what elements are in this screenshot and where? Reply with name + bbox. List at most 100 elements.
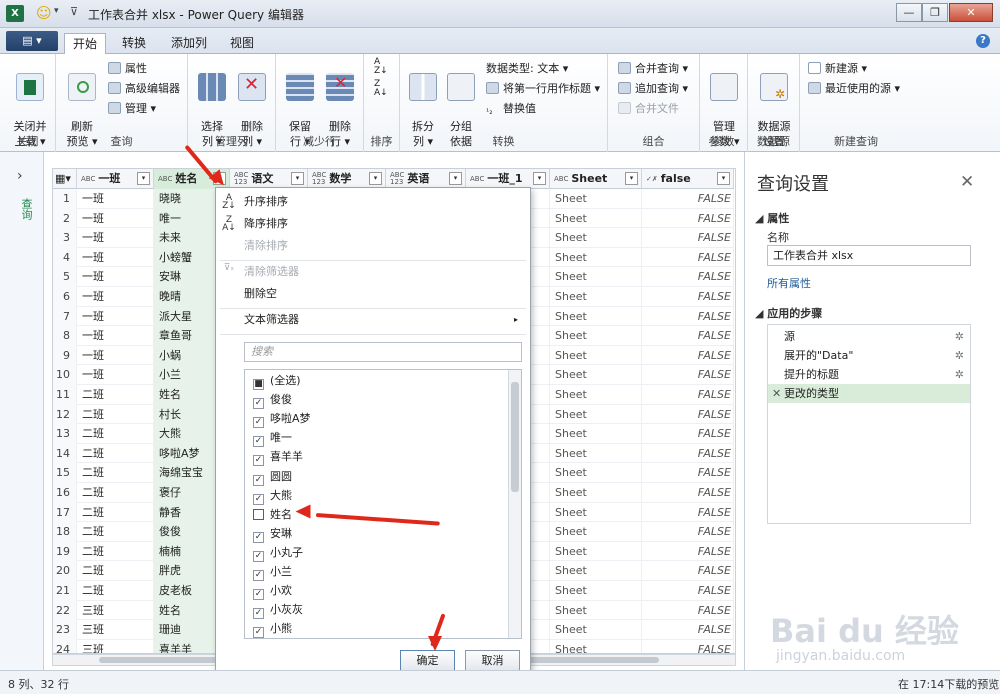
merge-queries-button[interactable]: 合并查询 ▾ xyxy=(618,60,688,78)
table-cell[interactable]: 二班 xyxy=(77,541,154,562)
properties-button[interactable]: 属性 xyxy=(108,60,147,78)
table-cell[interactable]: 二班 xyxy=(77,561,154,581)
list-vertical-scrollbar[interactable] xyxy=(508,370,521,638)
table-cell[interactable]: 7 xyxy=(53,306,77,327)
table-cell[interactable]: FALSE xyxy=(642,228,734,248)
append-queries-button[interactable]: 追加查询 ▾ xyxy=(618,80,688,98)
table-cell[interactable]: 一班 xyxy=(77,247,154,268)
tab-home[interactable]: 开始 xyxy=(64,33,106,54)
table-cell[interactable]: Sheet xyxy=(550,600,642,621)
table-cell[interactable]: 15 xyxy=(53,463,77,483)
table-cell[interactable]: 二班 xyxy=(77,483,154,503)
table-cell[interactable]: 一班 xyxy=(77,326,154,346)
column-filter-dropdown-icon[interactable]: ▾ xyxy=(533,172,546,185)
column-filter-dropdown-icon[interactable]: ▾ xyxy=(137,172,150,185)
column-type-icon[interactable]: ABC 123 xyxy=(390,172,404,186)
checkbox[interactable]: ✓ xyxy=(253,474,264,486)
table-cell[interactable]: 二班 xyxy=(77,404,154,425)
table-cell[interactable]: 2 xyxy=(53,208,77,229)
menu-clear-sort[interactable]: 清除排序 xyxy=(244,236,288,256)
delete-step-icon[interactable]: ✕ xyxy=(772,384,781,403)
filter-value-item[interactable]: ✓小蜗 xyxy=(253,638,292,639)
table-cell[interactable]: 14 xyxy=(53,443,77,464)
table-cell[interactable]: Sheet xyxy=(550,541,642,562)
table-cell[interactable]: 12 xyxy=(53,404,77,425)
table-cell[interactable]: FALSE xyxy=(642,287,734,307)
close-window-button[interactable]: ✕ xyxy=(949,3,993,22)
table-cell[interactable]: Sheet xyxy=(550,522,642,542)
table-cell[interactable]: 16 xyxy=(53,483,77,503)
table-cell[interactable]: Sheet xyxy=(550,483,642,503)
column-header[interactable]: ABC 123 语文 ▾ xyxy=(230,169,308,189)
recent-sources-button[interactable]: 最近使用的源 ▾ xyxy=(808,80,900,98)
filter-value-item[interactable]: ✓ 圆圆 xyxy=(253,467,292,486)
table-cell[interactable]: 一班 xyxy=(77,189,154,209)
table-cell[interactable]: FALSE xyxy=(642,581,734,601)
table-cell[interactable]: 18 xyxy=(53,522,77,542)
filter-search-input[interactable]: 搜索 xyxy=(244,342,522,362)
checkbox[interactable]: ✓ xyxy=(253,436,264,448)
checkbox[interactable]: ✓ xyxy=(253,570,264,581)
table-cell[interactable]: FALSE xyxy=(642,424,734,444)
sort-descending-icon[interactable]: Z A↓ xyxy=(374,80,388,98)
filter-value-item[interactable]: ✓ 大熊 xyxy=(253,486,292,505)
column-header[interactable]: ABC 一班_1 ▾ xyxy=(466,169,550,189)
table-cell[interactable]: Sheet xyxy=(550,189,642,209)
data-type-dropdown[interactable]: 数据类型: 文本 ▾ xyxy=(486,60,568,78)
step-settings-gear-icon[interactable]: ✲ xyxy=(955,346,964,365)
table-cell[interactable]: FALSE xyxy=(642,639,734,653)
filter-value-item[interactable]: ■ (全选) xyxy=(253,371,301,390)
expand-queries-chevron-icon[interactable]: › xyxy=(17,168,23,184)
table-cell[interactable]: 22 xyxy=(53,600,77,621)
checkbox[interactable]: ✓ xyxy=(253,627,264,638)
list-scroll-thumb[interactable] xyxy=(511,382,519,492)
filter-value-item[interactable]: 姓名 xyxy=(253,505,292,524)
table-cell[interactable]: Sheet xyxy=(550,424,642,444)
table-cell[interactable]: Sheet xyxy=(550,326,642,346)
column-type-icon[interactable]: ABC 123 xyxy=(234,172,248,186)
queries-pane-label[interactable]: 查询 xyxy=(20,198,34,220)
table-cell[interactable]: Sheet xyxy=(550,267,642,287)
use-first-row-headers-button[interactable]: 将第一行用作标题 ▾ xyxy=(486,80,600,98)
table-cell[interactable]: FALSE xyxy=(642,247,734,268)
table-cell[interactable]: FALSE xyxy=(642,189,734,209)
close-query-settings-icon[interactable]: ✕ xyxy=(960,172,974,192)
table-cell[interactable]: FALSE xyxy=(642,502,734,523)
quick-access-dropdown-icon[interactable]: ▾ xyxy=(54,6,59,16)
table-cell[interactable]: 1 xyxy=(53,189,77,209)
smiley-feedback-icon[interactable]: ☺ xyxy=(36,4,52,22)
table-cell[interactable]: 一班 xyxy=(77,267,154,287)
column-type-icon[interactable]: ✓✗ xyxy=(646,175,658,183)
checkbox[interactable] xyxy=(253,508,264,520)
checkbox[interactable]: ✓ xyxy=(253,608,264,620)
checkbox[interactable]: ✓ xyxy=(253,550,264,562)
column-filter-dropdown-icon[interactable]: ▾ xyxy=(625,172,638,185)
table-cell[interactable]: 5 xyxy=(53,267,77,287)
table-cell[interactable]: 13 xyxy=(53,424,77,444)
table-cell[interactable]: Sheet xyxy=(550,228,642,248)
table-cell[interactable]: 二班 xyxy=(77,463,154,483)
step-settings-gear-icon[interactable]: ✲ xyxy=(955,327,964,346)
table-cell[interactable]: Sheet xyxy=(550,639,642,653)
table-cell[interactable]: FALSE xyxy=(642,600,734,621)
table-cell[interactable]: 二班 xyxy=(77,443,154,464)
table-cell[interactable]: 二班 xyxy=(77,502,154,523)
filter-value-item[interactable]: ✓ 俊俊 xyxy=(253,390,292,410)
table-cell[interactable]: 4 xyxy=(53,247,77,268)
table-cell[interactable]: Sheet xyxy=(550,620,642,640)
menu-text-filters[interactable]: 文本筛选器 xyxy=(244,310,299,330)
table-cell[interactable]: 一班 xyxy=(77,287,154,307)
table-cell[interactable]: 8 xyxy=(53,326,77,346)
applied-step[interactable]: 展开的"Data" ✲ xyxy=(768,346,970,365)
column-header[interactable]: ABC 123 数学 ▾ xyxy=(308,169,386,189)
table-cell[interactable]: FALSE xyxy=(642,541,734,562)
table-cell[interactable]: FALSE xyxy=(642,208,734,229)
maximize-button[interactable]: ❐ xyxy=(922,3,948,22)
table-cell[interactable]: FALSE xyxy=(642,561,734,581)
table-cell[interactable]: 二班 xyxy=(77,581,154,601)
filter-value-item[interactable]: ✓ 小灰灰 xyxy=(253,600,303,620)
table-cell[interactable]: 一班 xyxy=(77,228,154,248)
customize-quick-access-icon[interactable]: ⊽ xyxy=(70,5,78,18)
table-cell[interactable]: Sheet xyxy=(550,385,642,405)
table-cell[interactable]: Sheet xyxy=(550,247,642,268)
